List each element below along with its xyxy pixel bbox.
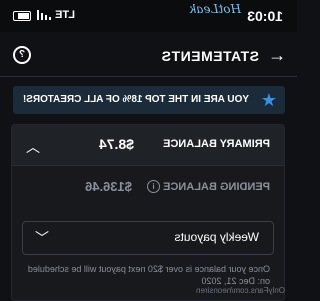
pending-balance-value: $136.46 xyxy=(85,179,132,194)
status-bar: 10:03 HotLeak LTE xyxy=(0,0,297,32)
signal-icon xyxy=(37,10,51,20)
network-indicator: LTE xyxy=(55,9,75,21)
footer-url: OnlyFans.com/neonsiren xyxy=(196,286,285,295)
chevron-down-icon: ﹀ xyxy=(35,230,49,246)
back-arrow-icon[interactable]: ← xyxy=(267,45,287,65)
battery-icon xyxy=(13,11,31,21)
payout-frequency-value: Weekly payouts xyxy=(174,230,260,244)
header: ← STATEMENTS ? xyxy=(0,36,297,76)
star-icon: ★ xyxy=(260,90,277,110)
chevron-up-icon[interactable]: ︿ xyxy=(26,137,40,157)
info-icon[interactable]: i xyxy=(147,180,160,193)
watermark-logo: HotLeak xyxy=(188,2,241,16)
primary-balance-value: $8.74 xyxy=(98,136,134,152)
status-time: 10:03 xyxy=(247,8,283,24)
pending-balance-row: PENDING BALANCE i $136.46 xyxy=(12,173,284,203)
primary-balance-label: PRIMARY BALANCE xyxy=(163,138,270,150)
help-icon[interactable]: ? xyxy=(13,46,31,64)
statements-screen: 10:03 HotLeak LTE ← STATEMENTS ? ★ YOU A… xyxy=(0,0,297,301)
primary-balance-row[interactable]: PRIMARY BALANCE $8.74 ︿ xyxy=(12,125,284,166)
banner-text: YOU ARE IN THE TOP 18% OF ALL CREATORS! xyxy=(22,94,249,105)
top-creator-banner: ★ YOU ARE IN THE TOP 18% OF ALL CREATORS… xyxy=(13,86,285,114)
payout-frequency-select[interactable]: Weekly payouts ﹀ xyxy=(22,221,274,255)
header-divider xyxy=(0,76,297,77)
payout-note: Once your balance is over $20 next payou… xyxy=(27,264,270,286)
page-title: STATEMENTS xyxy=(161,48,259,64)
balance-panel: PRIMARY BALANCE $8.74 ︿ PENDING BALANCE … xyxy=(11,124,285,301)
pending-balance-label: PENDING BALANCE xyxy=(163,181,270,193)
